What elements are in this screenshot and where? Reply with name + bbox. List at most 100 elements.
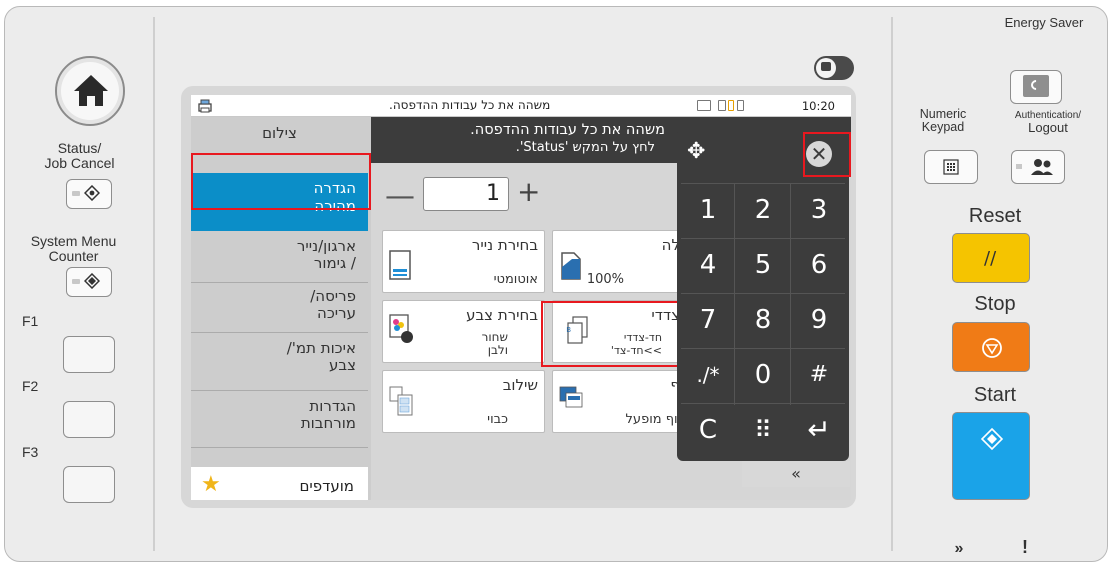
home-button[interactable] [55,56,125,126]
color-selection-value: שחור ולבן [481,330,508,357]
reset-button[interactable]: // [952,233,1030,283]
status-bar: משהה את כל עבודות ההדפסה. 10:20 [191,95,851,117]
f2-button[interactable] [63,401,115,438]
reset-label: Reset [968,205,1022,227]
favorites-label: מועדפים [299,477,354,495]
copies-decrement-button[interactable]: — [385,179,415,214]
copies-input[interactable]: 1 [423,177,509,211]
f1-label: F1 [22,313,39,329]
zoom-value: 100% [586,272,624,287]
stop-icon [982,338,1002,358]
f1-button[interactable] [63,336,115,373]
f3-label: F3 [22,444,39,460]
keypad-divider [734,183,735,405]
system-menu-counter-button[interactable] [66,267,112,297]
zoom-tile[interactable]: לה 100% [552,230,687,293]
numeric-keypad-overlay: ✥ ✕ 1 2 3 4 5 6 7 8 9 ./* 0 # C ⠿ ↵ [677,129,849,461]
zoom-icon [561,252,581,280]
combine-value: כבוי [487,412,508,427]
key-0[interactable]: 0 [738,350,788,400]
status-job-cancel-button[interactable] [66,179,112,209]
paper-tray-icon [389,250,411,280]
attention-indicator-icon: ! [1022,537,1028,557]
diamond-icon [84,185,100,201]
status-job-cancel-label: Status/ Job Cancel [44,140,115,171]
menu-divider [191,332,368,333]
combine-icon [389,386,413,416]
key-clear[interactable]: C [683,405,733,455]
keypad-divider [681,403,845,404]
status-led [72,191,80,196]
collapse-button[interactable]: « [742,461,850,487]
authentication-logout-button[interactable] [1011,150,1065,184]
menu-divider [191,282,368,283]
key-hash[interactable]: # [794,350,844,400]
key-8[interactable]: 8 [738,295,788,345]
key-3[interactable]: 3 [794,185,844,235]
printer-status-icon[interactable] [197,98,213,114]
key-9[interactable]: 9 [794,295,844,345]
menu-divider [191,390,368,391]
reset-icon: // [984,248,997,269]
menu-item-org-paper[interactable]: ארגון/נייר / גימור [191,238,368,272]
key-dot-star[interactable]: ./* [683,350,733,400]
stop-button[interactable] [952,322,1030,372]
users-icon [1031,159,1053,175]
key-4[interactable]: 4 [683,240,733,290]
stop-label: Stop [974,293,1016,315]
key-6[interactable]: 6 [794,240,844,290]
menu-item-layout-edit[interactable]: פריסה/עריכה [191,288,368,322]
highlight-duplex [541,301,681,367]
combine-tile[interactable]: שילוב כבוי [382,370,545,433]
keypad-divider [790,183,791,405]
color-selection-tile[interactable]: בחירת צבע שחור ולבן [382,300,545,363]
lock-icon [821,62,831,71]
key-5[interactable]: 5 [738,240,788,290]
move-icon[interactable]: ✥ [687,139,705,164]
favorites-button[interactable]: ★ מועדפים [191,467,368,500]
color-selection-title: בחירת צבע [466,306,538,324]
collate-icon [559,386,583,408]
system-menu-icon [84,273,100,289]
banner-line-2: לחץ על המקש 'Status'. [515,140,655,155]
color-mode-icon [389,314,413,343]
menu-item-advanced-setup[interactable]: הגדרות מורחבות [191,398,368,432]
enter-icon[interactable]: ↵ [794,405,844,455]
keypad-divider [681,238,845,239]
key-7[interactable]: 7 [683,295,733,345]
star-icon: ★ [201,472,221,497]
keypad-grid-icon[interactable]: ⠿ [738,405,788,455]
paper-selection-value: אוטומטי [493,272,538,287]
lock-toggle[interactable] [814,56,854,80]
banner-line-1: משהה את כל עבודות ההדפסה. [470,122,665,138]
copies-increment-button[interactable]: + [517,175,540,208]
paper-selection-title: בחירת נייר [471,236,538,254]
toner-indicator-icon [718,100,726,111]
keypad-divider [681,183,845,184]
menu-item-image-quality[interactable]: איכות תמ'/צבע [191,340,368,374]
numeric-keypad-button[interactable] [924,150,978,184]
network-indicator-icon [697,100,711,111]
collate-tile[interactable]: ף סוף מופעל [552,370,687,433]
toner-warning-icon [728,100,734,111]
system-menu-label: System Menu Counter [30,233,117,264]
status-message: משהה את כל עבודות ההדפסה. [389,98,551,112]
moon-icon [1023,75,1049,97]
energy-saver-label: Energy Saver [1004,15,1084,30]
tab-copy[interactable]: צילום [191,117,368,149]
energy-saver-button[interactable] [1010,70,1062,104]
paper-indicator-icon [737,100,744,111]
start-button[interactable] [952,412,1030,500]
keypad-divider [681,348,845,349]
numeric-keypad-label: Numeric Keypad [919,107,967,134]
start-icon [980,427,1004,451]
right-separator [891,17,893,551]
key-2[interactable]: 2 [738,185,788,235]
f3-button[interactable] [63,466,115,503]
paper-selection-tile[interactable]: בחירת נייר אוטומטי [382,230,545,293]
left-separator [153,17,155,551]
key-1[interactable]: 1 [683,185,733,235]
keypad-icon [943,159,959,175]
f2-label: F2 [22,378,39,394]
authentication-logout-label: Authentication/Logout [1014,110,1082,135]
